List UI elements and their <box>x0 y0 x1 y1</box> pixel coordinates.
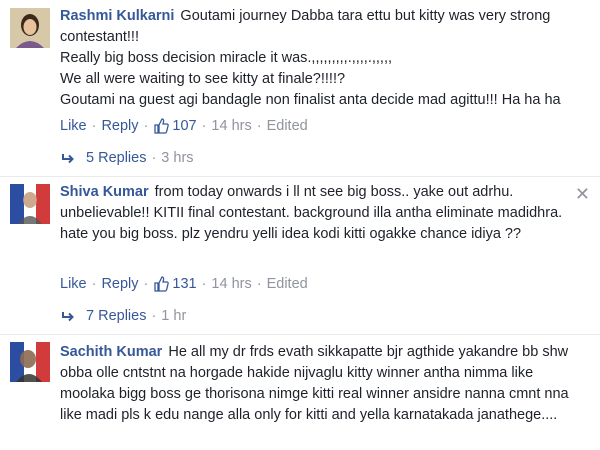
comment-body: Rashmi Kulkarni Goutami journey Dabba tar… <box>60 6 590 111</box>
comment-author[interactable]: Sachith Kumar <box>60 344 162 360</box>
replies-row[interactable]: 5 Replies · 3 hrs <box>62 150 194 166</box>
timestamp[interactable]: 14 hrs <box>211 118 251 134</box>
replies-link[interactable]: 7 Replies <box>86 308 146 324</box>
like-count[interactable]: 107 <box>153 118 197 134</box>
divider <box>0 334 600 335</box>
reply-link[interactable]: Reply <box>101 118 138 134</box>
edited-label[interactable]: Edited <box>267 276 308 292</box>
avatar[interactable] <box>10 184 50 224</box>
like-count-value: 107 <box>172 118 197 134</box>
reply-arrow-icon <box>62 312 74 322</box>
thumbs-up-icon <box>154 276 170 292</box>
divider <box>0 176 600 177</box>
timestamp[interactable]: 14 hrs <box>211 276 251 292</box>
like-link[interactable]: Like <box>60 118 87 134</box>
comment-author[interactable]: Shiva Kumar <box>60 184 149 200</box>
comment-body: Shiva Kumar from today onwards i ll nt se… <box>60 182 565 245</box>
comment-actions: Like · Reply · 107 · 14 hrs · Edited <box>60 118 308 134</box>
comment-actions: Like · Reply · 131 · 14 hrs · Edited <box>60 276 308 292</box>
like-count[interactable]: 131 <box>153 276 197 292</box>
like-link[interactable]: Like <box>60 276 87 292</box>
comment-author[interactable]: Rashmi Kulkarni <box>60 8 174 24</box>
replies-row[interactable]: 7 Replies · 1 hr <box>62 308 186 324</box>
reply-link[interactable]: Reply <box>101 276 138 292</box>
avatar[interactable] <box>10 8 50 48</box>
edited-label[interactable]: Edited <box>267 118 308 134</box>
like-count-value: 131 <box>172 276 197 292</box>
reply-arrow-icon <box>62 154 74 164</box>
replies-time: 1 hr <box>161 308 187 324</box>
replies-time: 3 hrs <box>161 150 194 166</box>
close-icon[interactable]: ✕ <box>575 184 590 205</box>
thumbs-up-icon <box>154 118 170 134</box>
avatar[interactable] <box>10 342 50 382</box>
comment-body: Sachith Kumar He all my dr frds evath sik… <box>60 342 590 426</box>
replies-link[interactable]: 5 Replies <box>86 150 146 166</box>
